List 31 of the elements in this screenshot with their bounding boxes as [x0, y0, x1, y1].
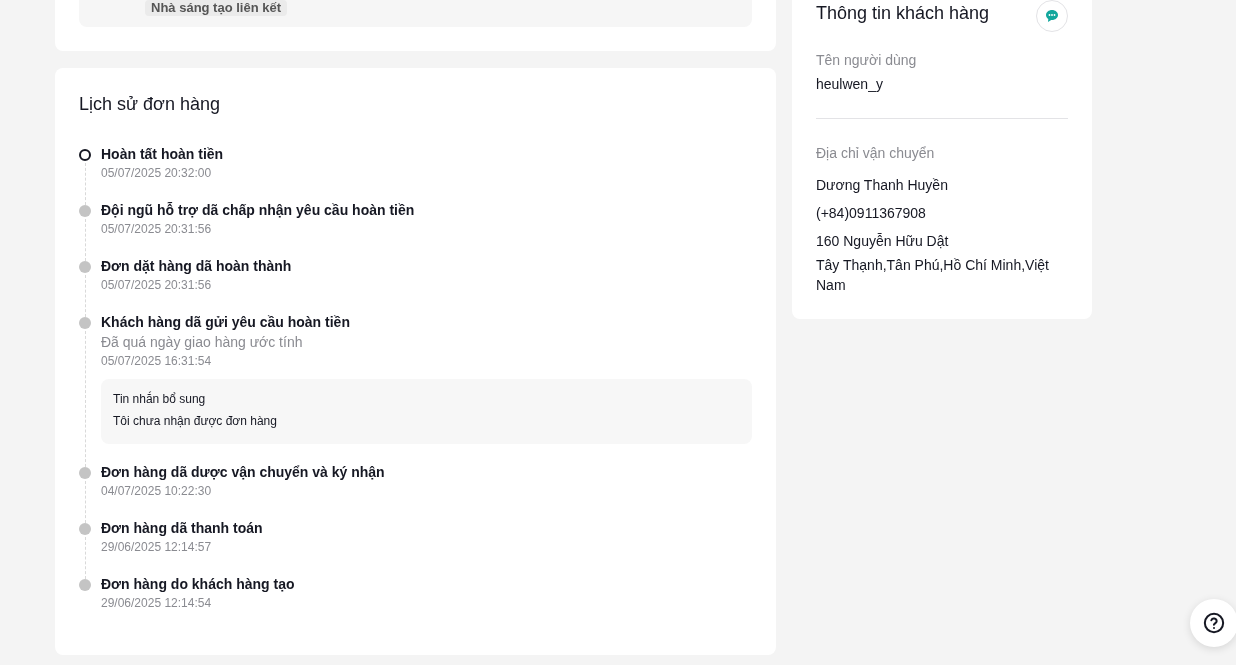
affiliate-tag: Nhà sáng tạo liên kết: [145, 0, 288, 16]
phone-number: (+84)0911367908: [816, 204, 927, 223]
event-time: 05/07/2025 16:31:54: [101, 353, 213, 370]
event-time: 05/07/2025 20:31:56: [101, 221, 213, 238]
field-label: Địa chỉ vận chuyển: [816, 144, 936, 163]
message-text: Tôi chưa nhận được đơn hàng: [113, 413, 278, 429]
event-title: Đội ngũ hỗ trợ dã chấp nhận yêu cầu hoàn tiền: [101, 201, 416, 220]
event-title: Đơn hàng dã thanh toán: [101, 519, 264, 538]
username: heulwen_y: [816, 75, 884, 94]
event-title: Đơn hàng dã dược vận chuyển và ký nhận: [101, 463, 386, 482]
address-street: 160 Nguyễn Hữu Dật: [816, 232, 950, 251]
event-time: 05/07/2025 20:32:00: [101, 165, 213, 182]
event-title: Đơn dặt hàng dã hoàn thành: [101, 257, 293, 276]
field-label: Tên người dùng: [816, 51, 918, 70]
chat-bubble-icon: [1045, 9, 1059, 23]
event-title: Hoàn tất hoàn tiền: [101, 145, 225, 164]
help-icon: [1203, 612, 1225, 634]
address-region: Tây Thạnh,Tân Phú,Hồ Chí Minh,Việt Nam: [816, 256, 1050, 295]
event-time: 29/06/2025 12:14:57: [101, 539, 213, 556]
event-title: Khách hàng dã gửi yêu cầu hoàn tiền: [101, 313, 351, 332]
event-time: 04/07/2025 10:22:30: [101, 483, 213, 500]
help-button[interactable]: [1190, 599, 1236, 647]
event-subtitle: Đã quá ngày giao hàng ước tính: [101, 333, 304, 352]
section-title: Thông tin khách hàng: [816, 2, 990, 25]
recipient-name: Dương Thanh Huyền: [816, 176, 949, 195]
section-title: Lịch sử đơn hàng: [79, 93, 221, 116]
event-time: 05/07/2025 20:31:56: [101, 277, 213, 294]
chat-button[interactable]: [1036, 0, 1068, 32]
event-title: Đơn hàng do khách hàng tạo: [101, 575, 296, 594]
event-time: 29/06/2025 12:14:54: [101, 595, 213, 612]
message-label: Tin nhắn bổ sung: [113, 391, 207, 407]
